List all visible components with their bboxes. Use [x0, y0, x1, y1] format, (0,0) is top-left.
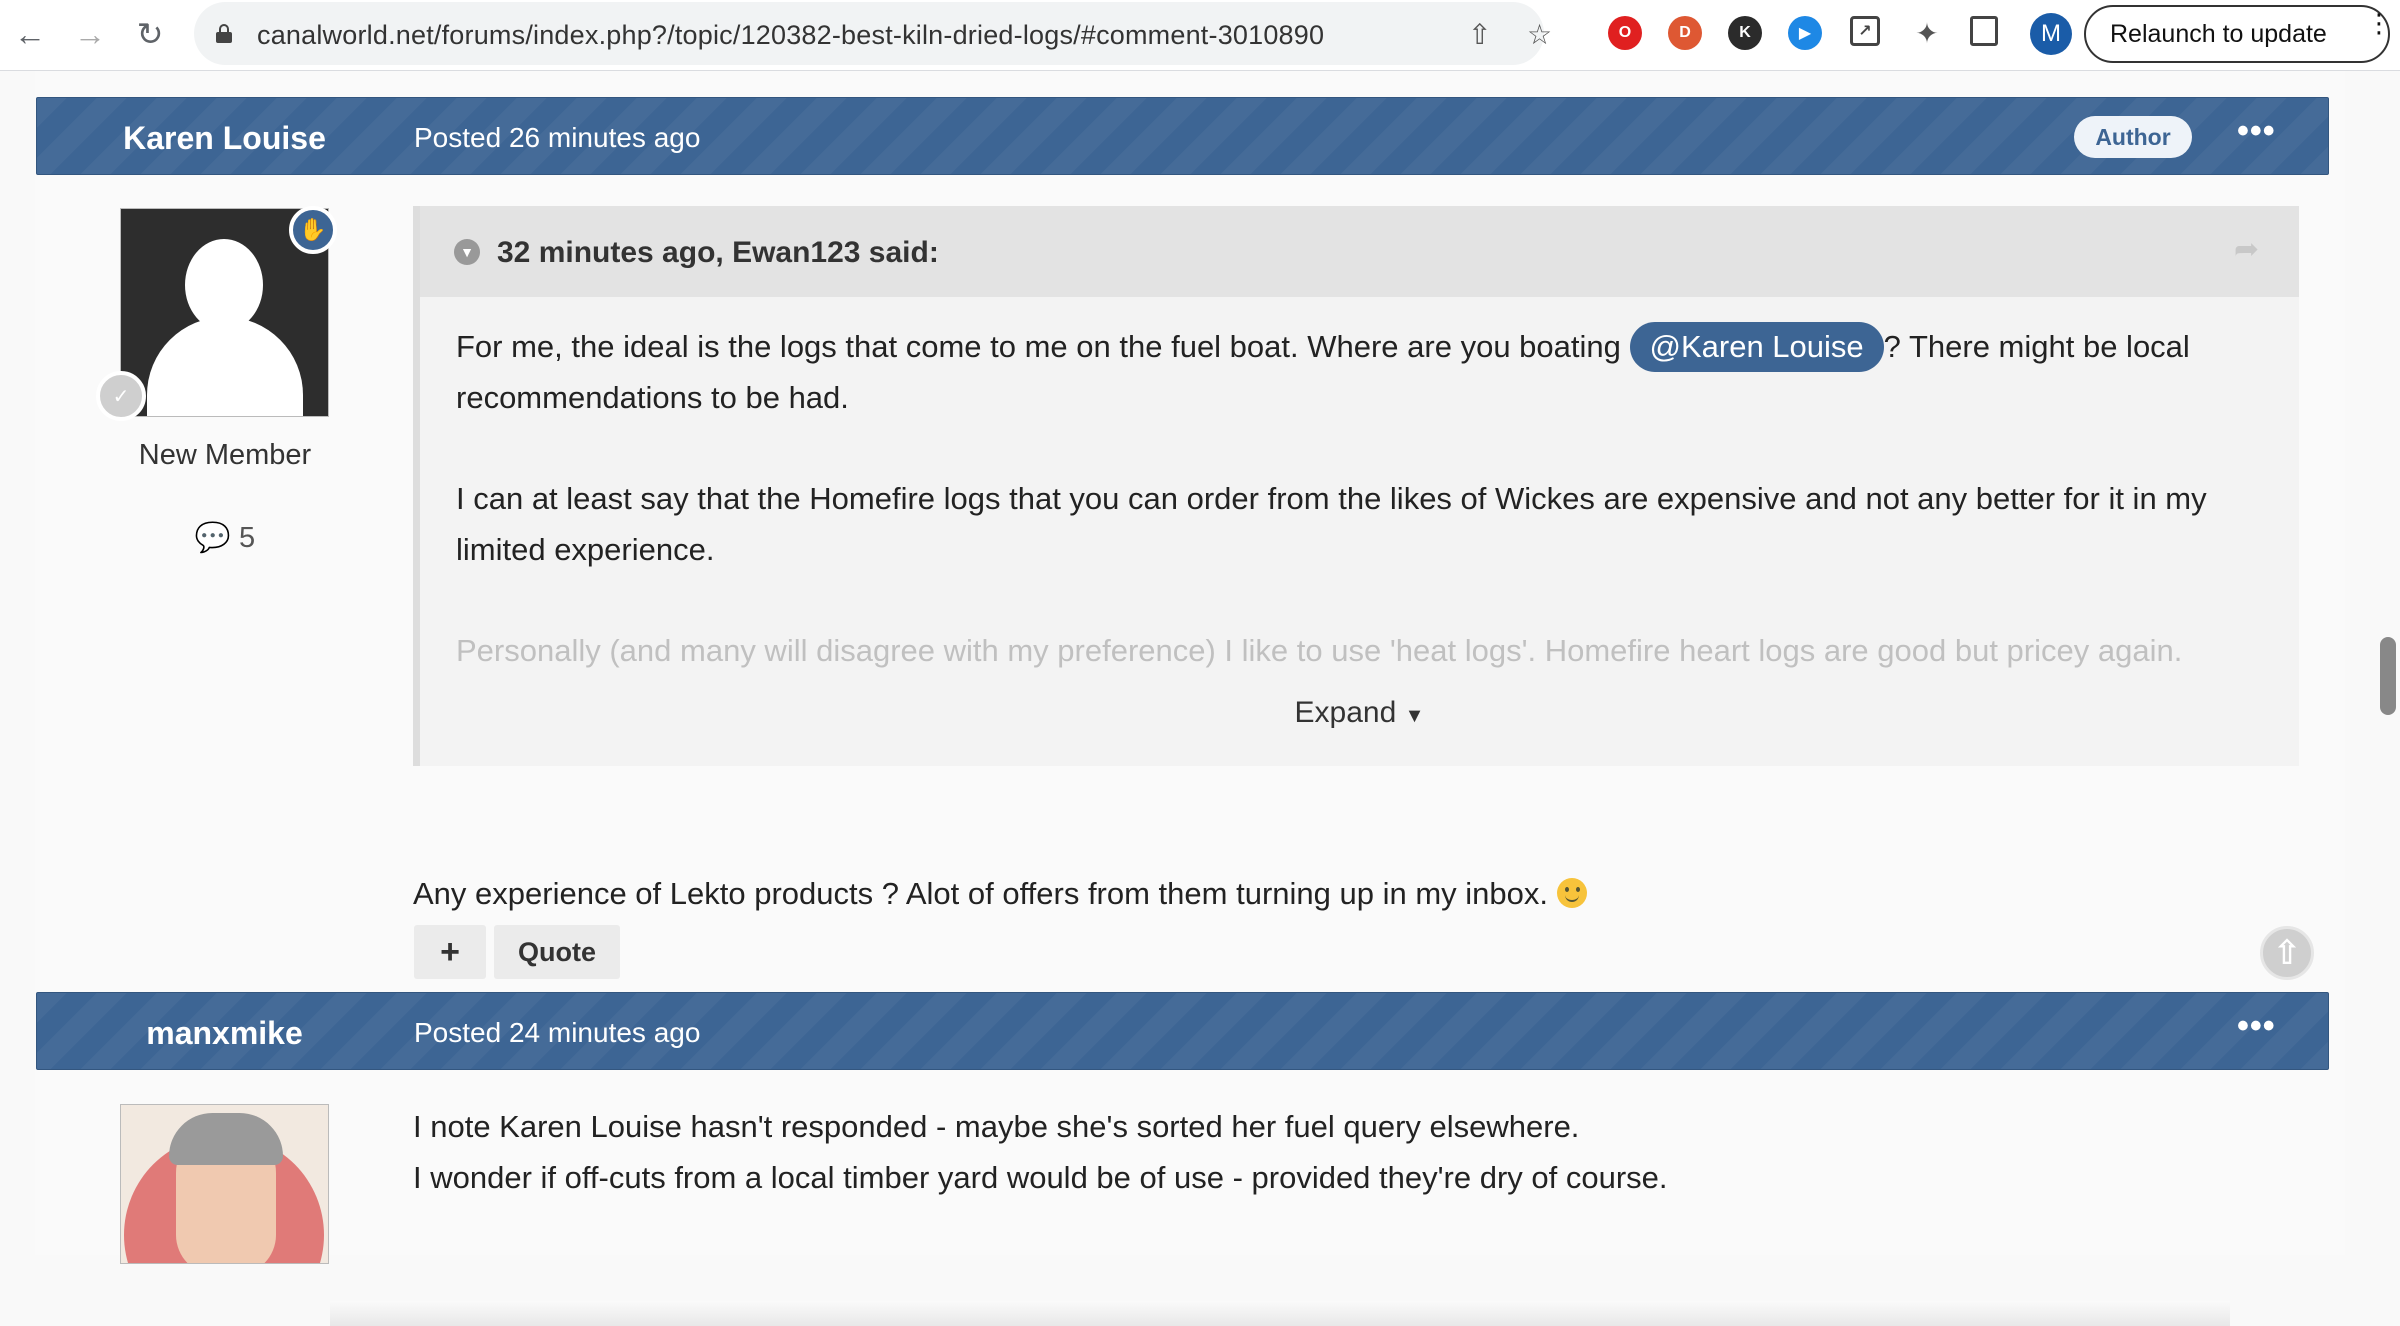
mention-link[interactable]: @Karen Louise — [1629, 322, 1884, 372]
reload-icon[interactable]: ↻ — [130, 14, 170, 54]
expand-label: Expand — [1294, 696, 1397, 729]
post-header: manxmike Posted 24 minutes ago ••• — [36, 992, 2329, 1070]
post-count[interactable]: 💬 5 — [60, 521, 390, 555]
hand-wave-icon: ✋ — [289, 206, 337, 254]
back-icon[interactable]: ← — [10, 14, 50, 54]
kebab-menu-icon[interactable]: ⋮ — [2366, 10, 2392, 36]
post-date[interactable]: Posted 26 minutes ago — [414, 122, 700, 154]
expand-button[interactable]: Expand ▼ — [420, 696, 2299, 730]
post-date[interactable]: Posted 24 minutes ago — [414, 1017, 700, 1049]
relaunch-label: Relaunch to update — [2110, 19, 2327, 48]
lock-icon[interactable] — [216, 24, 232, 43]
posted-time: 26 minutes ago — [508, 122, 701, 153]
relaunch-button[interactable]: Relaunch to update ⋮ — [2084, 5, 2392, 63]
duckduckgo-extension-icon[interactable]: D — [1668, 16, 1702, 50]
smile-emoji-icon — [1556, 878, 1587, 908]
extensions-icon[interactable]: ✦ — [1910, 16, 1944, 50]
post-body-line: I wonder if off-cuts from a local timber… — [413, 1160, 1668, 1195]
collapse-chevron-icon[interactable]: ▼ — [454, 239, 480, 265]
author-name[interactable]: manxmike — [37, 1015, 412, 1052]
quote-citation[interactable]: 32 minutes ago, Ewan123 said: — [497, 236, 939, 270]
address-bar[interactable]: canalworld.net/forums/index.php?/topic/1… — [194, 2, 1552, 65]
post-body-text: Any experience of Lekto products ? Alot … — [413, 876, 1557, 911]
quote-block: ▼ 32 minutes ago, Ewan123 said: ➦ For me… — [413, 206, 2299, 766]
sidepanel-icon[interactable] — [1970, 16, 1998, 46]
forum-page: Karen Louise Posted 26 minutes ago Autho… — [0, 71, 2400, 1326]
post-body-line: I note Karen Louise hasn't responded - m… — [413, 1109, 1580, 1144]
post-header: Karen Louise Posted 26 minutes ago Autho… — [36, 97, 2329, 175]
posted-label: Posted — [414, 122, 502, 153]
post-body: Any experience of Lekto products ? Alot … — [413, 868, 1587, 919]
posted-label: Posted — [414, 1017, 502, 1048]
share-icon[interactable]: ⇧ — [1468, 18, 1491, 51]
go-to-quote-icon[interactable]: ➦ — [2234, 232, 2259, 267]
quote-paragraph: I can at least say that the Homefire log… — [456, 481, 2207, 567]
author-badge: Author — [2074, 116, 2192, 158]
more-options-icon[interactable]: ••• — [2237, 114, 2276, 148]
opera-extension-icon[interactable]: O — [1608, 16, 1642, 50]
scrollbar-thumb[interactable] — [2380, 637, 2396, 715]
scroll-top-icon[interactable]: ⇧ — [2260, 926, 2314, 980]
caret-down-icon: ▼ — [1404, 705, 1425, 727]
url-text[interactable]: canalworld.net/forums/index.php?/topic/1… — [257, 20, 1324, 51]
browser-toolbar: ← → ↻ canalworld.net/forums/index.php?/t… — [0, 0, 2400, 71]
posted-time: 24 minutes ago — [508, 1017, 701, 1048]
quote-paragraph-faded: Personally (and many will disagree with … — [456, 633, 2183, 668]
member-title: New Member — [138, 439, 312, 471]
quote-button[interactable]: Quote — [494, 925, 620, 979]
forward-icon[interactable]: → — [70, 14, 110, 54]
post-count-value: 5 — [239, 522, 256, 554]
more-options-icon[interactable]: ••• — [2237, 1009, 2276, 1043]
avatar[interactable] — [120, 1104, 329, 1264]
post-body: I note Karen Louise hasn't responded - m… — [413, 1101, 1668, 1203]
quote-text: For me, the ideal is the logs that come … — [456, 321, 2276, 726]
rank-icon: ✓ — [96, 371, 146, 421]
author-name[interactable]: Karen Louise — [37, 120, 412, 157]
quote-header: ▼ 32 minutes ago, Ewan123 said: ➦ — [420, 206, 2299, 297]
react-button[interactable]: + — [414, 925, 486, 979]
profile-avatar[interactable]: M — [2030, 13, 2072, 55]
k-extension-icon[interactable]: K — [1728, 16, 1762, 50]
bottom-shadow — [330, 1301, 2230, 1326]
star-icon[interactable]: ☆ — [1527, 18, 1552, 51]
quote-p1-before: For me, the ideal is the logs that come … — [456, 329, 1630, 364]
frame-extension-icon[interactable]: ↗ — [1850, 16, 1880, 46]
comment-icon: 💬 — [194, 522, 231, 554]
media-extension-icon[interactable]: ▶ — [1788, 16, 1822, 50]
